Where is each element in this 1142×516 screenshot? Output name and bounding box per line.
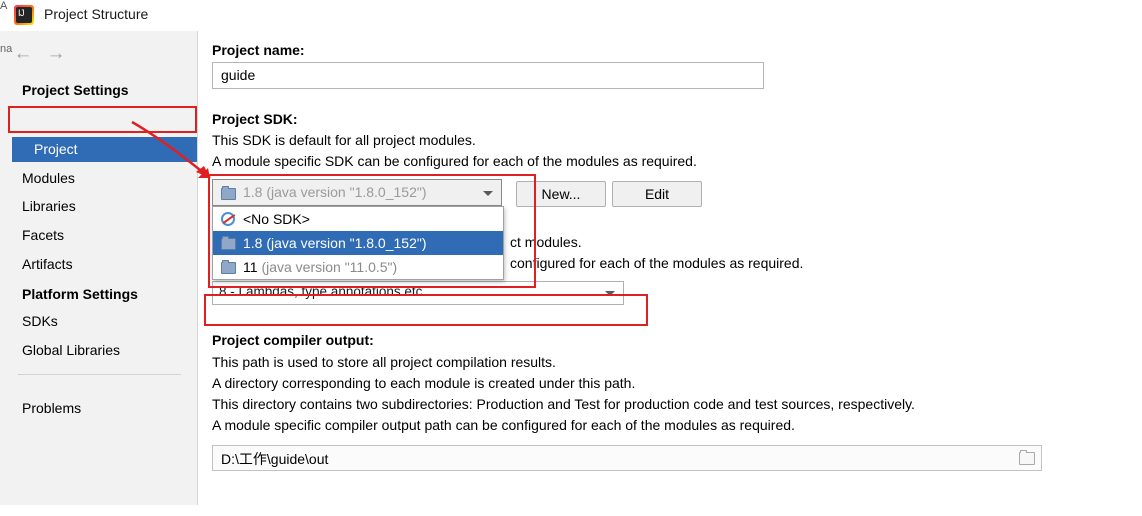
edit-sdk-button-label: Edit [644,186,670,202]
sidebar-divider [18,374,181,375]
project-structure-window: A IJ Project Structure na ← → Project Se… [0,0,1142,516]
dropdown-item-jdk11-version: 11 [243,259,258,275]
sidebar-item-problems[interactable]: Problems [22,400,81,416]
settings-sidebar: na ← → Project Settings Project Modules … [0,31,198,516]
new-sdk-button[interactable]: New... [516,181,606,207]
project-sdk-combo[interactable]: 1.8 (java version "1.8.0_152") [212,179,502,206]
compiler-output-input[interactable]: D:\工作\guide\out [212,445,1042,471]
logo-text: IJ [18,8,25,18]
language-level-combo[interactable]: 8 - Lambdas, type annotations etc. [212,281,624,305]
dropdown-item-jdk11-detail: (java version "11.0.5") [261,259,398,275]
project-name-label: Project name: [212,42,305,58]
intellij-logo-icon: IJ [14,5,34,25]
sidebar-item-facets[interactable]: Facets [22,227,64,243]
dropdown-item-jdk18-version: 1.8 [243,235,263,251]
sidebar-item-artifacts[interactable]: Artifacts [22,256,73,272]
folder-browse-icon[interactable] [1019,450,1035,465]
dropdown-item-jdk11[interactable]: 11 (java version "11.0.5") [213,255,503,279]
language-level-value: 8 - Lambdas, type annotations etc. [219,284,427,299]
sdk-folder-icon [221,186,236,200]
occluded-tail-2: configured for each of the modules as re… [510,255,804,271]
nav-arrow-group: ← → [10,43,80,69]
compiler-output-label: Project compiler output: [212,332,374,348]
dropdown-item-no-sdk[interactable]: <No SDK> [213,207,503,231]
sdk-description-line-2: A module specific SDK can be configured … [212,153,697,169]
compiler-desc-line-1: This path is used to store all project c… [212,354,556,370]
sidebar-item-libraries[interactable]: Libraries [22,198,76,214]
section-project-settings: Project Settings [22,82,129,98]
chevron-down-icon [483,190,493,196]
project-name-input[interactable]: guide [212,62,764,89]
project-sdk-dropdown[interactable]: <No SDK> 1.8 (java version "1.8.0_152") … [212,206,504,280]
window-title: Project Structure [44,6,149,22]
sidebar-item-project[interactable]: Project [12,137,197,162]
no-sdk-icon [221,212,235,226]
sdk-folder-icon [221,236,236,250]
title-bar: A IJ Project Structure [0,0,1142,32]
back-arrow-icon[interactable]: ← [10,43,36,65]
compiler-desc-line-4: A module specific compiler output path c… [212,417,795,433]
sidebar-item-modules[interactable]: Modules [22,170,75,186]
section-platform-settings: Platform Settings [22,286,138,302]
sdk-description-line-1: This SDK is default for all project modu… [212,132,476,148]
project-sdk-label: Project SDK: [212,111,298,127]
dropdown-item-no-sdk-label: <No SDK> [243,211,310,227]
dropdown-item-jdk18-detail: (java version "1.8.0_152") [266,235,427,251]
edit-sdk-button[interactable]: Edit [612,181,702,207]
project-settings-panel: Project name: guide Project SDK: This SD… [198,31,1142,516]
sidebar-item-sdks[interactable]: SDKs [22,313,58,329]
compiler-output-value: D:\工作\guide\out [221,451,329,467]
compiler-desc-line-3: This directory contains two subdirectori… [212,396,915,412]
chevron-down-icon [605,291,615,296]
sidebar-item-project-label: Project [34,141,78,157]
dropdown-item-jdk18[interactable]: 1.8 (java version "1.8.0_152") [213,231,503,255]
compiler-desc-line-2: A directory corresponding to each module… [212,375,636,391]
sidebar-item-global-libraries[interactable]: Global Libraries [22,342,120,358]
window-bottom-strip [0,505,1142,516]
forward-arrow-icon[interactable]: → [43,43,69,65]
sdk-folder-icon [221,260,236,274]
new-sdk-button-label: New... [541,186,581,202]
occluded-tail-1: ct modules. [510,234,582,250]
corner-letter: A [0,0,8,12]
project-sdk-value: 1.8 (java version "1.8.0_152") [243,184,427,200]
